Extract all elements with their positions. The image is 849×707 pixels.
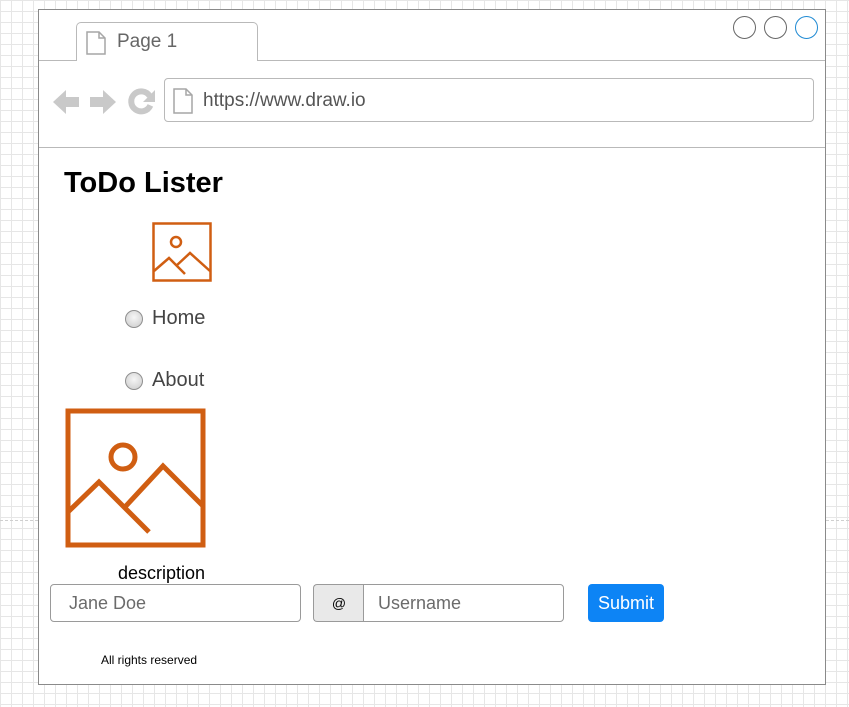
image-placeholder-icon bbox=[65, 408, 206, 548]
nav-label-about: About bbox=[152, 369, 205, 391]
image-icon bbox=[152, 222, 212, 282]
document-icon bbox=[86, 31, 106, 55]
at-addon: @ bbox=[313, 584, 364, 622]
tab-label: Page 1 bbox=[117, 31, 178, 52]
address-bar[interactable]: https://www.draw.io bbox=[164, 78, 814, 122]
image-caption: description bbox=[118, 563, 206, 583]
username-input[interactable] bbox=[363, 584, 564, 622]
minimize-button[interactable] bbox=[733, 16, 756, 39]
tab-page-1[interactable]: Page 1 bbox=[76, 22, 258, 61]
navigation-bar: https://www.draw.io bbox=[39, 60, 825, 148]
document-icon bbox=[173, 88, 193, 114]
maximize-button[interactable] bbox=[764, 16, 787, 39]
radio-button[interactable] bbox=[125, 310, 143, 328]
back-arrow-icon[interactable] bbox=[51, 87, 81, 117]
submit-button[interactable]: Submit bbox=[588, 584, 664, 622]
url-text: https://www.draw.io bbox=[203, 90, 366, 111]
name-input[interactable] bbox=[50, 584, 301, 622]
footer-text: All rights reserved bbox=[101, 653, 198, 667]
forward-arrow-icon[interactable] bbox=[88, 87, 118, 117]
browser-window: Page 1 https://www.draw.io ToDo Lister H… bbox=[38, 9, 826, 685]
close-button[interactable] bbox=[795, 16, 818, 39]
nav-label-home: Home bbox=[152, 307, 206, 329]
refresh-icon[interactable] bbox=[126, 87, 156, 117]
tab-bar: Page 1 bbox=[39, 10, 825, 61]
radio-button[interactable] bbox=[125, 372, 143, 390]
page-title: ToDo Lister bbox=[64, 167, 223, 199]
